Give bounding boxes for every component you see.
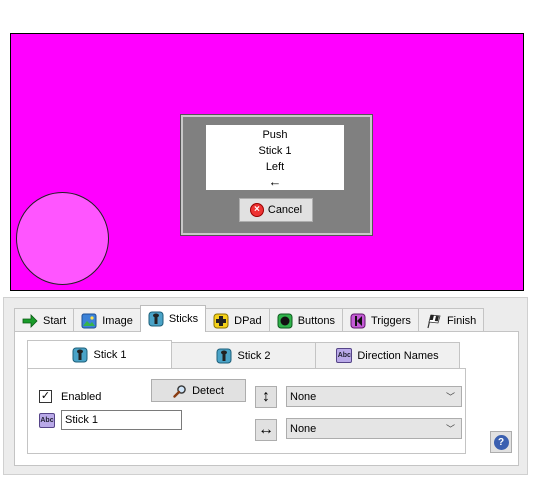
chevron-down-icon: ﹀ [445, 424, 455, 434]
enabled-row: ✓ Enabled [39, 390, 101, 403]
tab-sticks-label: Sticks [168, 313, 199, 325]
tab-finish[interactable]: Finish [417, 308, 485, 332]
preview-canvas: Push Stick 1 Left ← × Cancel [10, 33, 524, 291]
cancel-label: Cancel [267, 204, 303, 216]
tab-buttons[interactable]: Buttons [268, 308, 343, 332]
dpad-icon [213, 313, 229, 328]
name-row: Abc [39, 410, 182, 430]
arrow-left-icon: ← [268, 174, 282, 189]
stick-tab-strip: Stick 1 Stick 2 Abc Direction Names [27, 340, 460, 368]
button-icon [277, 313, 293, 328]
prompt-line-action: Push [262, 129, 288, 141]
tab-dpad-label: DPad [234, 314, 262, 327]
vertical-axis-value: None [290, 390, 317, 403]
cancel-icon: × [249, 203, 264, 217]
main-tab-strip: Start Image Sticks DPad Buttons Triggers… [14, 305, 485, 332]
detect-button[interactable]: Detect [151, 379, 246, 402]
tab-finish-label: Finish [446, 314, 477, 327]
tab-triggers-label: Triggers [371, 314, 411, 327]
prompt-line-direction: Left [265, 161, 285, 173]
joystick-icon [216, 348, 232, 363]
sticks-page: Stick 1 Stick 2 Abc Direction Names ✓ En… [14, 331, 519, 466]
horizontal-axis-icon[interactable]: ↔ [255, 419, 277, 441]
horizontal-axis-select[interactable]: None ﹀ [286, 418, 462, 439]
tab-stick-2[interactable]: Stick 2 [171, 342, 316, 368]
abc-icon: Abc [336, 348, 353, 363]
main-panel: Start Image Sticks DPad Buttons Triggers… [3, 297, 528, 475]
tab-triggers[interactable]: Triggers [342, 308, 419, 332]
tab-image-label: Image [102, 314, 133, 327]
tab-direction-names[interactable]: Abc Direction Names [315, 342, 460, 368]
checkered-flag-icon [427, 314, 441, 328]
tab-stick-1[interactable]: Stick 1 [27, 340, 172, 368]
horizontal-axis-value: None [290, 422, 317, 435]
magnifier-icon [173, 384, 186, 398]
vertical-axis-select[interactable]: None ﹀ [286, 386, 462, 407]
tab-stick-2-label: Stick 2 [237, 349, 271, 362]
detect-label: Detect [192, 384, 224, 397]
prompt-line-stick: Stick 1 [258, 145, 292, 157]
vertical-axis-icon[interactable]: ↕ [255, 386, 277, 408]
tab-start-label: Start [43, 314, 67, 327]
abc-icon: Abc [39, 412, 55, 428]
prompt-box: Push Stick 1 Left ← [206, 125, 344, 190]
joystick-icon [72, 347, 88, 362]
help-button[interactable]: ? [490, 431, 512, 453]
tab-buttons-label: Buttons [297, 314, 335, 327]
tab-direction-names-label: Direction Names [357, 349, 439, 362]
stick-1-page: ✓ Enabled Detect Abc ↕ None ﹀ ↔ None ﹀ [27, 368, 466, 454]
tab-image[interactable]: Image [73, 308, 141, 332]
trigger-icon [350, 313, 366, 328]
tab-start[interactable]: Start [14, 308, 75, 332]
prompt-dialog: Push Stick 1 Left ← × Cancel [180, 114, 373, 236]
chevron-down-icon: ﹀ [445, 392, 455, 402]
arrow-right-icon [22, 313, 38, 328]
tab-dpad[interactable]: DPad [205, 308, 270, 332]
stick-circle [16, 192, 109, 285]
enabled-label: Enabled [61, 390, 102, 403]
cancel-button[interactable]: × Cancel [239, 198, 313, 222]
stick-name-input[interactable] [61, 410, 182, 430]
joystick-icon [148, 311, 164, 327]
image-icon [81, 313, 97, 328]
tab-stick-1-label: Stick 1 [93, 348, 127, 361]
enabled-checkbox[interactable]: ✓ [39, 390, 52, 403]
help-icon: ? [493, 434, 509, 450]
tab-sticks[interactable]: Sticks [139, 305, 207, 332]
